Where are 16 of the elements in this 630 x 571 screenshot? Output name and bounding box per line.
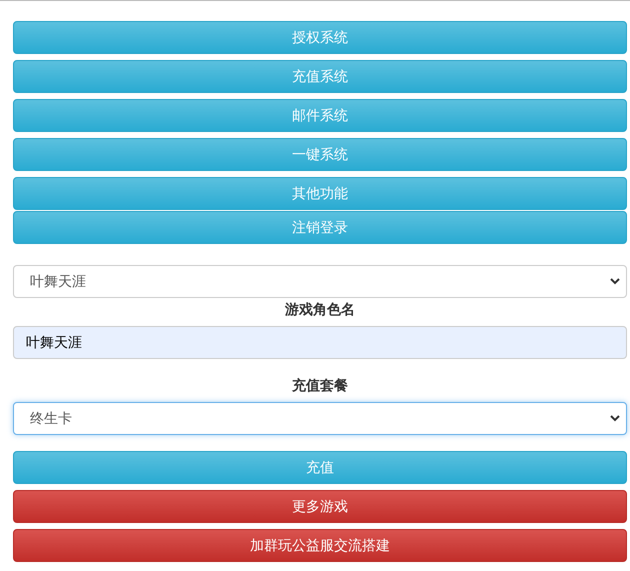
field-label: 充值套餐 [292, 377, 348, 395]
link-button[interactable]: 加群玩公益服交流搭建 [13, 529, 627, 562]
dropdown[interactable]: 终生卡 [13, 402, 627, 435]
chevron-down-icon [610, 415, 620, 422]
menu-button[interactable]: 邮件系统 [13, 99, 627, 132]
menu-button[interactable]: 注销登录 [13, 211, 627, 244]
menu-button[interactable]: 充值系统 [13, 60, 627, 93]
input-field[interactable]: 叶舞天涯 [13, 326, 627, 359]
link-button[interactable]: 更多游戏 [13, 490, 627, 523]
recharge-button[interactable]: 充值 [13, 451, 627, 484]
menu-button[interactable]: 一键系统 [13, 138, 627, 171]
menu-button[interactable]: 其他功能 [13, 177, 627, 210]
field-label: 游戏角色名 [285, 301, 355, 319]
menu-button[interactable]: 授权系统 [13, 21, 627, 54]
dropdown[interactable]: 叶舞天涯 [13, 265, 627, 298]
chevron-down-icon [610, 278, 620, 285]
